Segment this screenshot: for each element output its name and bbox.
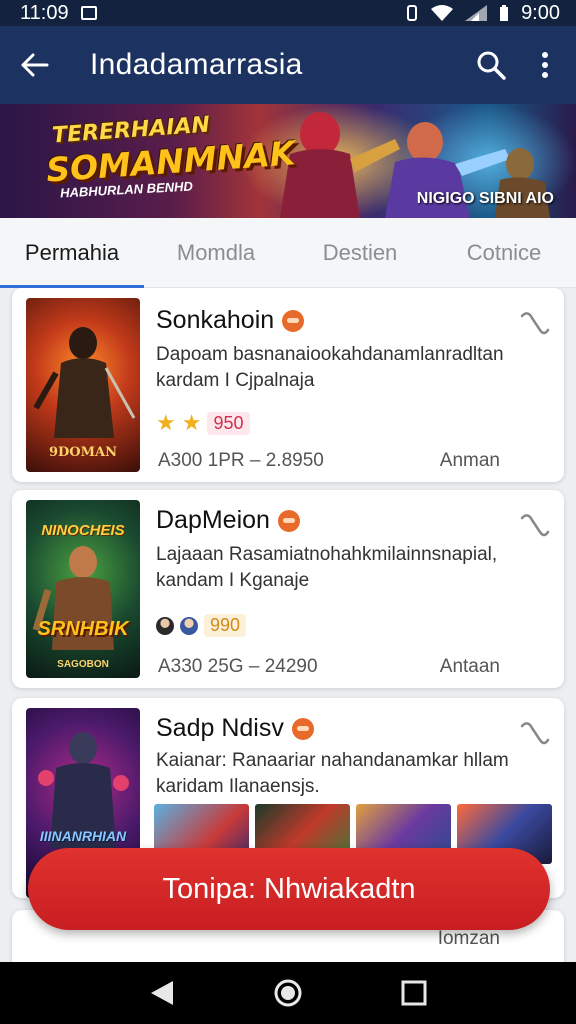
game-description: Lajaaan Rasamiatnohahkmilainnsnapial, ka… — [156, 542, 534, 594]
banner-caption: NIGIGO SIBNI AIO — [416, 190, 554, 207]
game-thumbnail-label: IIINANRHIAN — [39, 828, 127, 844]
game-status: Anman — [439, 450, 500, 471]
expand-icon[interactable] — [518, 508, 550, 540]
rating-badge: 990 — [204, 614, 247, 637]
nav-recents-icon[interactable] — [401, 980, 427, 1006]
system-nav-bar — [0, 962, 576, 1024]
game-description: Kaianar: Ranaariar nahandanamkar hllam k… — [156, 748, 534, 800]
game-description-line-1: Kaianar: Ranaariar nahandanamkar hllam — [156, 750, 509, 771]
more-options-button[interactable] — [518, 26, 572, 104]
game-description-line-2: kardam I Cjpalnaja — [156, 370, 315, 391]
game-title-text: Sonkahoin — [156, 306, 275, 334]
back-button[interactable] — [0, 26, 70, 104]
battery-icon — [500, 5, 509, 21]
game-stats: A300 1PR – 2.8950 — [158, 450, 324, 471]
nav-back-icon[interactable] — [149, 979, 175, 1007]
verified-badge-icon — [277, 509, 300, 532]
game-title: DapMeion — [156, 506, 300, 535]
game-thumbnail-label-bottom: SAGOBON — [57, 659, 109, 670]
tab-destien[interactable]: Destien — [288, 218, 432, 287]
star-icon: ★ — [181, 410, 202, 435]
game-thumbnail: NINOCHEIS SRNHBIK SAGOBON — [26, 500, 140, 678]
search-icon — [477, 51, 506, 80]
game-stats: A330 25G – 24290 — [158, 656, 318, 677]
avatar — [156, 616, 174, 635]
game-title-text: DapMeion — [156, 506, 270, 534]
game-thumbnail-label: 9DOMAN — [48, 445, 117, 460]
avatar — [180, 616, 198, 635]
nav-home-icon[interactable] — [273, 978, 303, 1008]
page-title: Indadamarrasia — [90, 48, 303, 81]
rating-badge: 950 — [207, 411, 250, 435]
game-title: Sadp Ndisv — [156, 714, 314, 743]
status-bar: 11:09 9:00 — [0, 0, 576, 26]
notification-icon — [80, 6, 97, 20]
game-status: Antaan — [439, 656, 500, 677]
game-status: Iomzan — [437, 928, 500, 949]
signal-icon — [465, 5, 488, 21]
game-thumbnail-label-top: NINOCHEIS — [41, 522, 125, 539]
tab-momdla[interactable]: Momdla — [144, 218, 288, 287]
tab-permahia[interactable]: Permahia — [0, 218, 144, 288]
game-thumbnail: 9DOMAN — [26, 298, 140, 472]
game-title: Sonkahoin — [156, 306, 305, 335]
primary-action-button[interactable]: Tonipa: Nhwiakadtn — [28, 848, 550, 930]
status-time-left: 11:09 — [20, 1, 69, 24]
list-item[interactable]: 9DOMAN Sonkahoin Dapoam basnanaiookahdan… — [12, 288, 564, 482]
arrow-back-icon — [21, 53, 49, 77]
status-time-right: 9:00 — [521, 1, 560, 24]
rating-row: ★ ★ 950 — [156, 410, 250, 436]
verified-badge-icon — [291, 717, 314, 740]
verified-badge-icon — [282, 309, 305, 332]
vibrate-icon — [407, 5, 418, 21]
app-bar: Indadamarrasia — [0, 26, 576, 104]
game-description: Dapoam basnanaiookahdanamlanradltan kard… — [156, 342, 534, 394]
wifi-icon — [431, 5, 454, 21]
game-description-line-2: karidam Ilanaensjs. — [156, 776, 320, 797]
game-description-line-1: Dapoam basnanaiookahdanamlanradltan — [156, 344, 504, 365]
expand-icon[interactable] — [518, 306, 550, 338]
rating-row: 990 — [156, 614, 247, 637]
expand-icon[interactable] — [518, 716, 550, 748]
game-thumbnail-label-mid: SRNHBIK — [37, 618, 129, 640]
tab-bar: Permahia Momdla Destien Cotnice — [0, 218, 576, 288]
game-description-line-2: kandam I Kganaje — [156, 570, 310, 591]
tab-cotnice[interactable]: Cotnice — [432, 218, 576, 287]
promo-banner[interactable]: TERERHAIAN SOMANMNAK HABHURLAN BENHD NIG… — [0, 104, 576, 218]
game-title-text: Sadp Ndisv — [156, 714, 284, 742]
list-item[interactable]: NINOCHEIS SRNHBIK SAGOBON DapMeion Lajaa… — [12, 490, 564, 688]
more-vert-icon — [542, 52, 548, 78]
star-icon: ★ — [156, 410, 176, 435]
search-button[interactable] — [464, 26, 518, 104]
game-description-line-1: Lajaaan Rasamiatnohahkmilainnsnapial, — [156, 544, 498, 565]
